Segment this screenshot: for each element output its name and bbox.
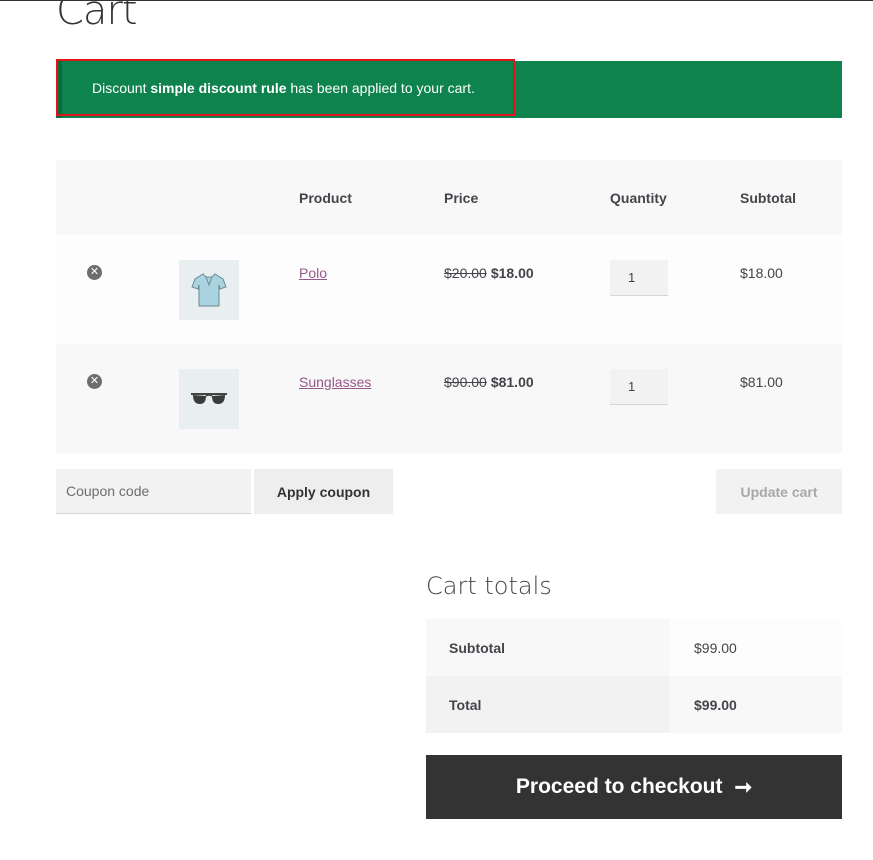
quantity-input-sunglasses[interactable] bbox=[610, 369, 668, 405]
cart-totals-table: Subtotal $99.00 Total $99.00 bbox=[426, 619, 842, 733]
price-polo: $20.00 $18.00 bbox=[444, 265, 534, 281]
product-link-polo[interactable]: Polo bbox=[299, 265, 327, 281]
checkout-label: Proceed to checkout bbox=[515, 775, 723, 798]
product-link-sunglasses[interactable]: Sunglasses bbox=[299, 374, 371, 390]
remove-item-icon[interactable]: ✕ bbox=[87, 374, 102, 389]
arrow-right-icon: ➞ bbox=[734, 775, 753, 799]
notice-suffix: has been applied to your cart. bbox=[286, 80, 475, 96]
discount-notice: Discount simple discount rule has been a… bbox=[56, 61, 842, 118]
subtotal-sunglasses: $81.00 bbox=[740, 374, 783, 390]
coupon-code-input[interactable] bbox=[56, 469, 251, 514]
subtotal-label: Subtotal bbox=[426, 619, 670, 676]
quantity-input-polo[interactable] bbox=[610, 260, 668, 296]
update-cart-button[interactable]: Update cart bbox=[716, 469, 842, 514]
discount-rule-name: simple discount rule bbox=[150, 80, 287, 96]
subtotal-polo: $18.00 bbox=[740, 265, 783, 281]
header-quantity: Quantity bbox=[610, 160, 740, 235]
header-price: Price bbox=[444, 160, 610, 235]
cart-item-row: ✕ Sunglasses $90.00$81.00 $81.00 bbox=[56, 344, 842, 453]
cart-header-row: Product Price Quantity Subtotal bbox=[56, 160, 842, 235]
subtotal-row: Subtotal $99.00 bbox=[426, 619, 842, 676]
original-price: $20.00 bbox=[444, 265, 487, 281]
original-price: $90.00 bbox=[444, 374, 487, 390]
product-thumbnail-polo[interactable] bbox=[179, 260, 239, 320]
page-title: Cart bbox=[56, 0, 138, 34]
price-sunglasses: $90.00 $81.00 bbox=[444, 374, 534, 390]
cart-table: Product Price Quantity Subtotal ✕ Polo $… bbox=[56, 160, 842, 453]
apply-coupon-button[interactable]: Apply coupon bbox=[254, 469, 393, 514]
notice-prefix: Discount bbox=[92, 80, 151, 96]
subtotal-value: $99.00 bbox=[670, 619, 842, 676]
discounted-price: $18.00 bbox=[490, 265, 534, 281]
header-subtotal: Subtotal bbox=[740, 160, 842, 235]
remove-item-icon[interactable]: ✕ bbox=[87, 265, 102, 280]
cart-item-row: ✕ Polo $20.00$18.00 $18.00 bbox=[56, 235, 842, 344]
total-value: $99.00 bbox=[670, 676, 842, 733]
total-row: Total $99.00 bbox=[426, 676, 842, 733]
header-thumbnail bbox=[146, 160, 299, 235]
sunglasses-icon bbox=[191, 393, 227, 404]
proceed-to-checkout-button[interactable]: Proceed to checkout ➞ bbox=[426, 755, 842, 819]
notice-message: Discount simple discount rule has been a… bbox=[92, 80, 475, 96]
header-product: Product bbox=[299, 160, 444, 235]
product-thumbnail-sunglasses[interactable] bbox=[179, 369, 239, 429]
cart-totals-title: Cart totals bbox=[426, 572, 552, 600]
discounted-price: $81.00 bbox=[490, 374, 534, 390]
total-label: Total bbox=[426, 676, 670, 733]
header-remove bbox=[56, 160, 146, 235]
polo-shirt-icon bbox=[191, 273, 227, 307]
